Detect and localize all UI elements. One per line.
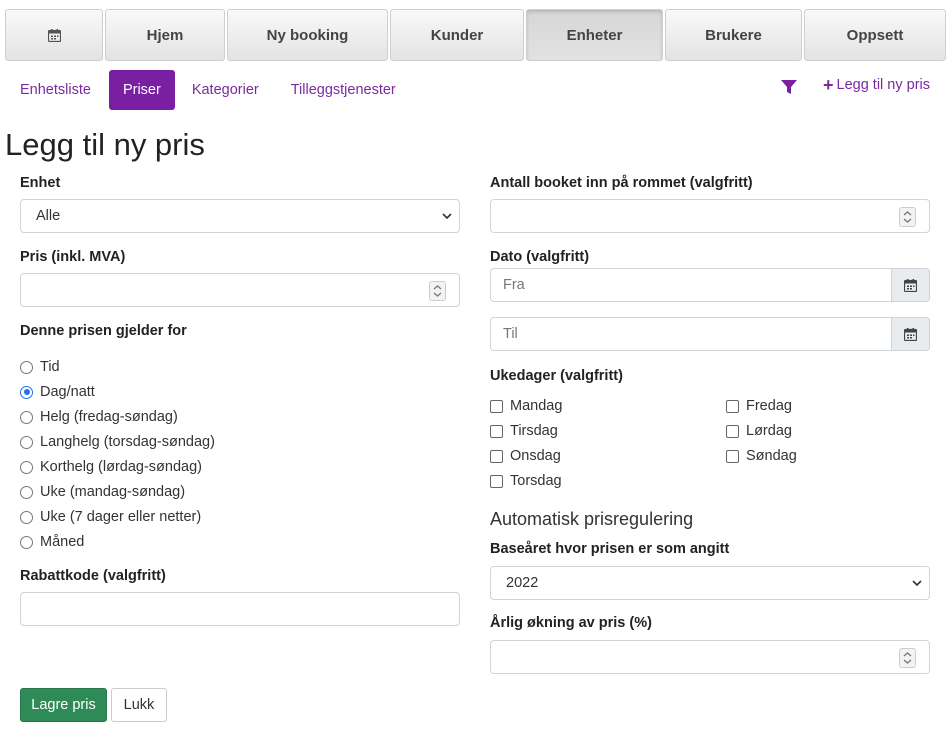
base-year-select[interactable]: 2022	[490, 566, 930, 600]
radio-button[interactable]	[20, 360, 33, 374]
radio-month[interactable]: Måned	[20, 534, 84, 550]
unit-select[interactable]: Alle	[20, 199, 460, 233]
checkbox[interactable]	[490, 399, 503, 413]
page-title: Legg til ny pris	[5, 127, 205, 162]
tab-calendar[interactable]	[5, 9, 103, 61]
checkbox[interactable]	[726, 424, 739, 438]
number-spinner[interactable]	[899, 648, 916, 668]
radio-long-weekend[interactable]: Langhelg (torsdag-søndag)	[20, 434, 215, 450]
subnav-prices[interactable]: Priser	[108, 70, 175, 110]
tab-new-booking[interactable]: Ny booking	[227, 9, 388, 61]
checkbox-thursday[interactable]: Torsdag	[490, 473, 562, 489]
number-spinner[interactable]	[899, 207, 916, 227]
radio-button[interactable]	[20, 485, 33, 499]
booked-count-label: Antall booket inn på rommet (valgfritt)	[490, 175, 753, 191]
radio-short-weekend[interactable]: Korthelg (lørdag-søndag)	[20, 459, 202, 475]
checkbox[interactable]	[726, 399, 739, 413]
checkbox[interactable]	[490, 424, 503, 438]
date-from-picker-button[interactable]	[891, 268, 930, 302]
price-input[interactable]	[20, 273, 460, 307]
tab-customers[interactable]: Kunder	[390, 9, 524, 61]
radio-button[interactable]	[20, 435, 33, 449]
checkbox-wednesday[interactable]: Onsdag	[490, 448, 561, 464]
checkbox[interactable]	[490, 474, 503, 488]
auto-price-section-title: Automatisk prisregulering	[490, 509, 694, 529]
unit-label: Enhet	[20, 175, 61, 191]
calendar-icon	[904, 327, 917, 341]
checkbox[interactable]	[726, 449, 739, 463]
number-spinner[interactable]	[429, 281, 446, 301]
top-navigation: Hjem Ny booking Kunder Enheter Brukere O…	[5, 9, 946, 61]
checkbox-friday[interactable]: Fredag	[726, 398, 792, 414]
applies-label: Denne prisen gjelder for	[20, 323, 187, 339]
radio-week-7-days[interactable]: Uke (7 dager eller netter)	[20, 509, 201, 525]
filter-icon[interactable]	[780, 78, 798, 96]
close-button[interactable]: Lukk	[111, 688, 167, 722]
booked-count-input[interactable]	[490, 199, 930, 233]
radio-weekend[interactable]: Helg (fredag-søndag)	[20, 409, 178, 425]
radio-button[interactable]	[20, 410, 33, 424]
checkbox-monday[interactable]: Mandag	[490, 398, 562, 414]
radio-day-night[interactable]: Dag/natt	[20, 384, 95, 400]
tab-users[interactable]: Brukere	[665, 9, 802, 61]
checkbox-sunday[interactable]: Søndag	[726, 448, 797, 464]
date-to-input[interactable]: Til	[490, 317, 930, 351]
subnav-extra-services[interactable]: Tilleggstjenester	[276, 70, 411, 110]
radio-button[interactable]	[20, 535, 33, 549]
discount-label: Rabattkode (valgfritt)	[20, 568, 166, 584]
radio-week-mon-sun[interactable]: Uke (mandag-søndag)	[20, 484, 185, 500]
price-label: Pris (inkl. MVA)	[20, 249, 126, 265]
radio-time[interactable]: Tid	[20, 359, 60, 375]
subnav-unit-list[interactable]: Enhetsliste	[5, 70, 106, 110]
radio-button[interactable]	[20, 510, 33, 524]
chevron-down-icon	[442, 213, 452, 220]
plus-icon: +	[823, 75, 834, 95]
date-label: Dato (valgfritt)	[490, 249, 590, 265]
chevron-down-icon	[912, 580, 922, 587]
tab-settings[interactable]: Oppsett	[804, 9, 946, 61]
calendar-icon	[47, 28, 61, 42]
annual-increase-label: Årlig økning av pris (%)	[490, 615, 652, 631]
tab-home[interactable]: Hjem	[105, 9, 225, 61]
checkbox[interactable]	[490, 449, 503, 463]
annual-increase-input[interactable]	[490, 640, 930, 674]
base-year-label: Baseåret hvor prisen er som angitt	[490, 541, 730, 557]
sub-navigation: Enhetsliste Priser Kategorier Tilleggstj…	[0, 70, 411, 110]
radio-button-selected[interactable]	[20, 385, 33, 399]
subnav-categories[interactable]: Kategorier	[178, 70, 273, 110]
tab-units[interactable]: Enheter	[526, 9, 663, 61]
save-price-button[interactable]: Lagre pris	[20, 688, 107, 722]
checkbox-tuesday[interactable]: Tirsdag	[490, 423, 558, 439]
date-from-input[interactable]: Fra	[490, 268, 930, 302]
date-to-picker-button[interactable]	[891, 317, 930, 351]
checkbox-saturday[interactable]: Lørdag	[726, 423, 792, 439]
discount-code-input[interactable]	[20, 592, 460, 626]
add-new-price-link[interactable]: + Legg til ny pris	[823, 76, 930, 94]
radio-button[interactable]	[20, 460, 33, 474]
weekdays-label: Ukedager (valgfritt)	[490, 368, 623, 384]
calendar-icon	[904, 278, 917, 292]
